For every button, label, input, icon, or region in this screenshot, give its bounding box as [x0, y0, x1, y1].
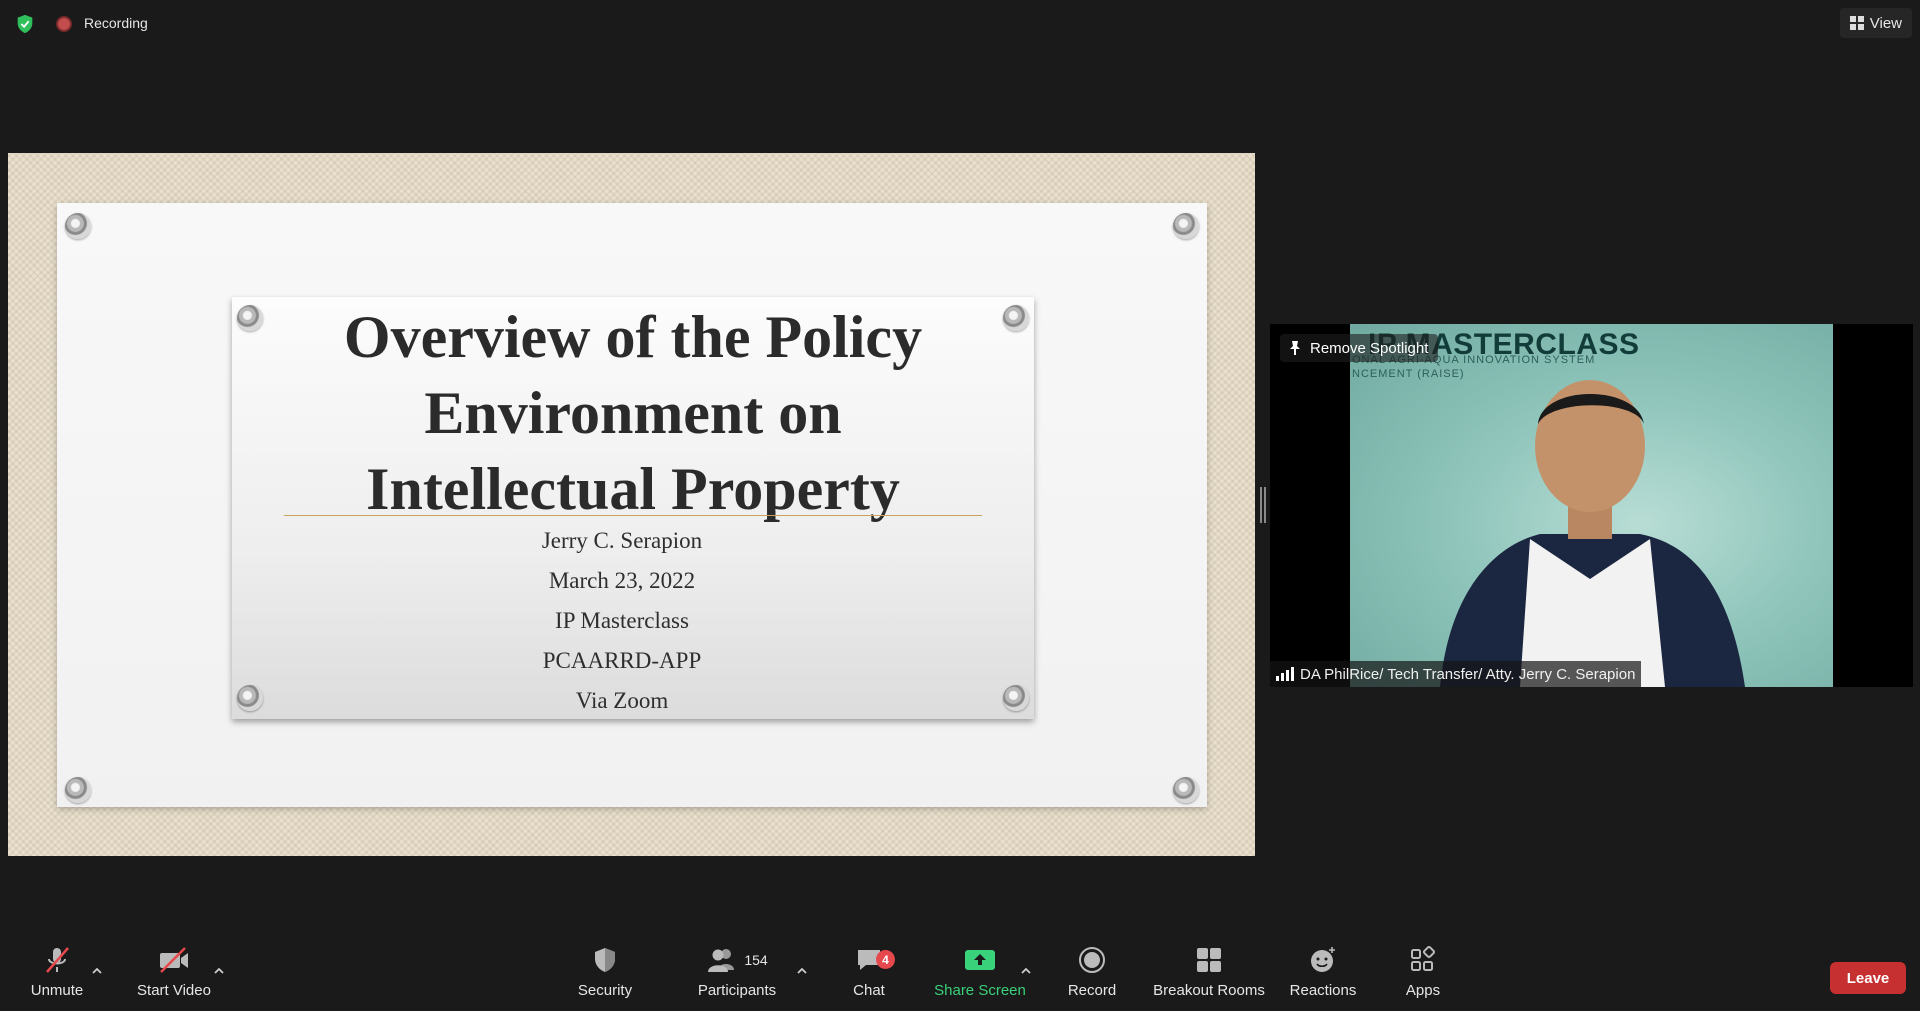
connection-signal-icon — [1276, 667, 1294, 681]
participant-name: DA PhilRice/ Tech Transfer/ Atty. Jerry … — [1300, 665, 1636, 683]
screw-icon — [1173, 213, 1199, 239]
slide-title-line: Overview of the Policy — [343, 304, 923, 370]
participant-silhouette — [1440, 380, 1745, 687]
encryption-shield-icon[interactable] — [14, 13, 36, 35]
video-options-chevron-icon[interactable] — [212, 964, 226, 978]
reactions-button[interactable]: Reactions — [1289, 940, 1357, 1011]
shared-screen: Overview of the Policy Environment on In… — [8, 153, 1255, 856]
chat-button[interactable]: 4 Chat — [843, 940, 895, 1011]
slide-event: IP Masterclass — [555, 608, 689, 633]
share-options-chevron-icon[interactable] — [1019, 964, 1033, 978]
panel-resize-handle[interactable] — [1260, 487, 1266, 523]
unmute-button[interactable]: Unmute — [24, 940, 90, 1011]
record-label: Record — [1067, 982, 1117, 999]
screw-icon — [65, 213, 91, 239]
share-screen-button[interactable]: Share Screen — [934, 940, 1026, 1011]
video-feed: IP MASTERCLASS ONAL AGRI-AQUA INNOVATION… — [1350, 324, 1833, 687]
security-button[interactable]: Security — [571, 940, 639, 1011]
slide-platform: Via Zoom — [575, 688, 669, 713]
view-button[interactable]: View — [1839, 8, 1912, 38]
title-divider — [284, 515, 982, 516]
security-shield-icon — [595, 948, 615, 972]
slide-date: March 23, 2022 — [548, 568, 696, 593]
chat-label: Chat — [853, 982, 885, 999]
apps-icon — [1411, 945, 1436, 971]
screw-icon — [1173, 777, 1199, 803]
security-label: Security — [577, 982, 633, 999]
participants-button[interactable]: 154 Participants — [694, 940, 780, 1011]
slide-details: Jerry C. Serapion March 23, 2022 IP Mast… — [232, 521, 1012, 721]
slide-title-plate: Overview of the Policy Environment on In… — [232, 297, 1034, 719]
participants-icon — [708, 949, 735, 972]
participant-video-tile[interactable]: IP MASTERCLASS ONAL AGRI-AQUA INNOVATION… — [1270, 324, 1913, 687]
leave-button[interactable]: Leave — [1830, 962, 1906, 994]
recording-label: Recording — [84, 15, 148, 31]
remove-spotlight-button[interactable]: Remove Spotlight — [1280, 334, 1439, 362]
breakout-rooms-button[interactable]: Breakout Rooms — [1151, 940, 1267, 1011]
slide-organization: PCAARRD-APP — [542, 648, 702, 673]
recording-indicator-icon — [56, 16, 72, 32]
participant-name-label: DA PhilRice/ Tech Transfer/ Atty. Jerry … — [1270, 661, 1642, 687]
pin-icon — [1290, 341, 1300, 355]
start-video-label: Start Video — [137, 982, 211, 999]
meeting-top-bar: Recording View — [0, 0, 1920, 46]
remove-spotlight-label: Remove Spotlight — [1310, 339, 1429, 357]
participants-label: Participants — [697, 982, 777, 999]
share-screen-label: Share Screen — [934, 982, 1026, 999]
grid-view-icon — [1849, 16, 1864, 30]
start-video-button[interactable]: Start Video — [134, 940, 214, 1011]
muted-microphone-icon — [46, 947, 69, 973]
video-off-icon — [160, 947, 188, 973]
breakout-rooms-label: Breakout Rooms — [1153, 982, 1265, 999]
chat-unread-badge: 4 — [876, 950, 895, 969]
record-icon — [1079, 947, 1105, 973]
unmute-label: Unmute — [30, 982, 84, 999]
apps-button[interactable]: Apps — [1403, 940, 1443, 1011]
participants-options-chevron-icon[interactable] — [795, 964, 809, 978]
meeting-toolbar: Unmute Start Video Security 154 Particip… — [0, 940, 1920, 1011]
slide-presenter: Jerry C. Serapion — [541, 528, 703, 553]
slide-title: Overview of the Policy Environment on In… — [232, 297, 1034, 527]
share-screen-icon — [965, 950, 995, 970]
record-button[interactable]: Record — [1064, 940, 1120, 1011]
reactions-smiley-icon — [1311, 947, 1335, 972]
reactions-label: Reactions — [1289, 982, 1357, 999]
screw-icon — [65, 777, 91, 803]
participants-count: 154 — [744, 952, 768, 968]
breakout-rooms-icon — [1197, 948, 1221, 972]
slide-title-line: Environment on — [424, 380, 842, 446]
apps-label: Apps — [1405, 982, 1441, 999]
audio-options-chevron-icon[interactable] — [90, 964, 104, 978]
view-button-label: View — [1869, 14, 1902, 32]
